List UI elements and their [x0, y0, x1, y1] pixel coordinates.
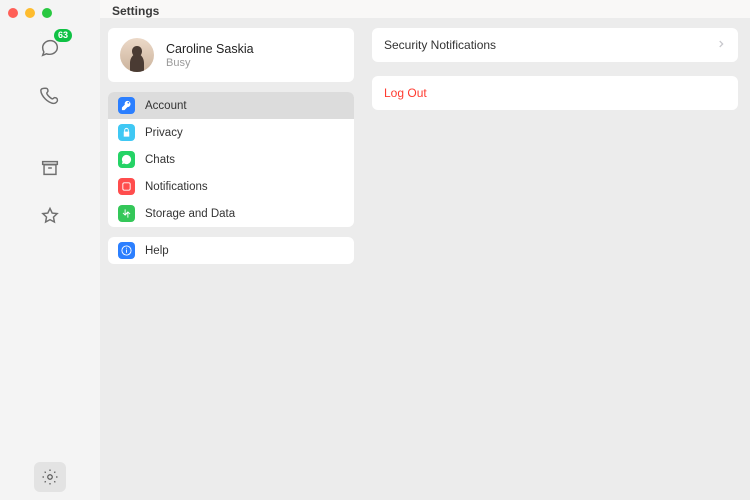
menu-chats[interactable]: Chats: [108, 146, 354, 173]
bell-box-icon: [118, 178, 135, 195]
detail-group-security: Security Notifications: [372, 28, 738, 62]
menu-notifications[interactable]: Notifications: [108, 173, 354, 200]
settings-menu-main: Account Privacy Chats: [108, 92, 354, 227]
menu-label: Help: [145, 245, 169, 257]
fullscreen-window-button[interactable]: [42, 8, 52, 18]
info-icon: [118, 242, 135, 259]
profile-card[interactable]: Caroline Saskia Busy: [108, 28, 354, 82]
lock-icon: [118, 124, 135, 141]
row-label: Security Notifications: [384, 38, 496, 52]
rail-archive[interactable]: [36, 154, 64, 182]
archive-icon: [39, 157, 61, 179]
settings-list-pane: Caroline Saskia Busy Account Privacy: [100, 18, 362, 500]
row-security-notifications[interactable]: Security Notifications: [372, 28, 738, 62]
star-icon: [39, 205, 61, 227]
menu-help[interactable]: Help: [108, 237, 354, 264]
arrows-icon: [118, 205, 135, 222]
phone-icon: [39, 85, 61, 107]
detail-group-logout: Log Out: [372, 76, 738, 110]
minimize-window-button[interactable]: [25, 8, 35, 18]
navigation-rail: 63: [0, 18, 100, 500]
unread-badge: 63: [54, 29, 72, 42]
window-controls: [0, 0, 100, 18]
row-logout[interactable]: Log Out: [372, 76, 738, 110]
rail-chats[interactable]: 63: [36, 34, 64, 62]
detail-pane: Security Notifications Log Out: [362, 18, 750, 500]
menu-privacy[interactable]: Privacy: [108, 119, 354, 146]
rail-settings[interactable]: [34, 462, 66, 492]
chevron-right-icon: [716, 38, 726, 52]
page-title-bar: Settings: [100, 0, 750, 18]
rail-calls[interactable]: [36, 82, 64, 110]
close-window-button[interactable]: [8, 8, 18, 18]
page-title: Settings: [112, 4, 159, 18]
menu-label: Notifications: [145, 181, 208, 193]
settings-menu-help: Help: [108, 237, 354, 264]
gear-icon: [41, 468, 59, 486]
key-icon: [118, 97, 135, 114]
profile-name: Caroline Saskia: [166, 42, 254, 56]
row-label: Log Out: [384, 86, 427, 100]
menu-label: Account: [145, 100, 187, 112]
avatar: [120, 38, 154, 72]
menu-label: Storage and Data: [145, 208, 235, 220]
profile-status: Busy: [166, 57, 254, 69]
menu-storage[interactable]: Storage and Data: [108, 200, 354, 227]
menu-label: Privacy: [145, 127, 183, 139]
rail-starred[interactable]: [36, 202, 64, 230]
menu-label: Chats: [145, 154, 175, 166]
whatsapp-icon: [118, 151, 135, 168]
menu-account[interactable]: Account: [108, 92, 354, 119]
